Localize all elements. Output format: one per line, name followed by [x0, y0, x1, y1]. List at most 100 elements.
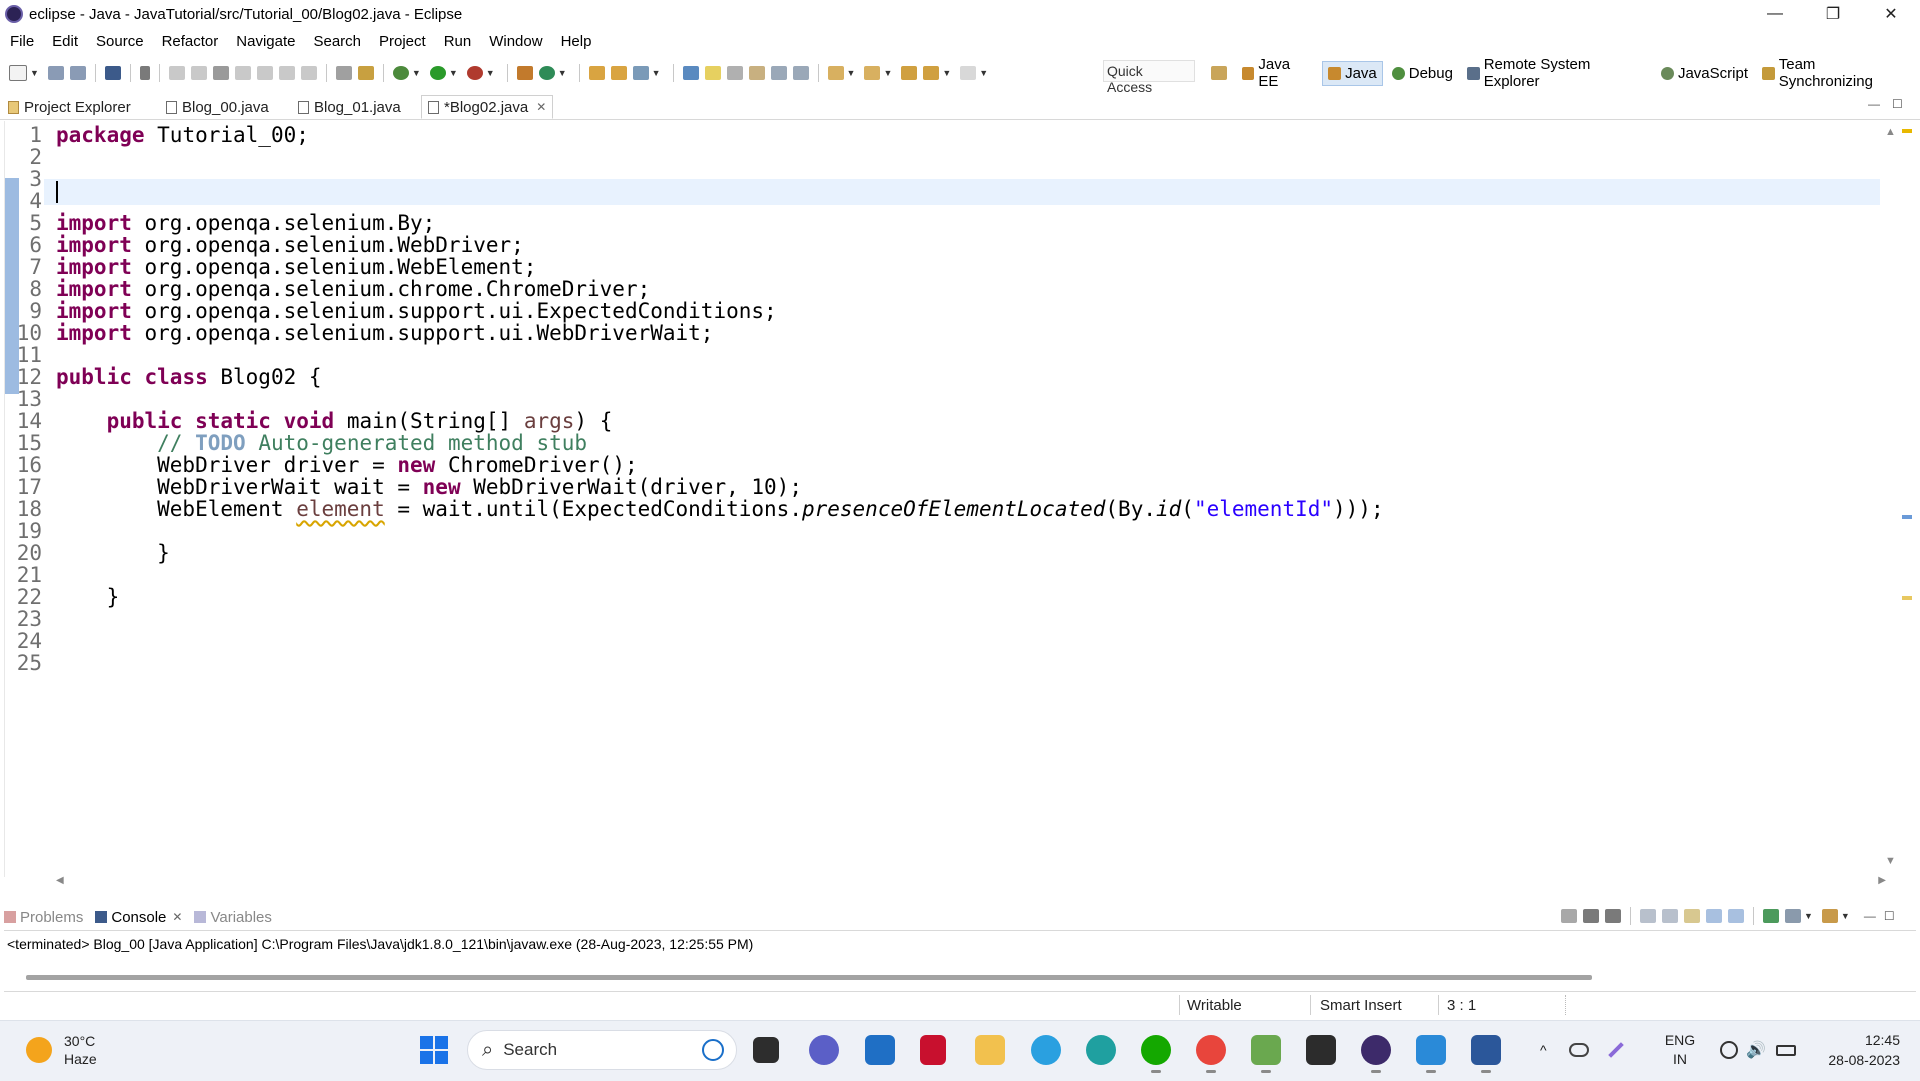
get-help-icon[interactable] — [1031, 1035, 1061, 1065]
show-on-stderr-icon[interactable] — [1728, 909, 1744, 923]
close-button[interactable]: ✕ — [1862, 0, 1920, 28]
tab-problems[interactable]: Problems — [4, 909, 83, 926]
maximize-editor-icon[interactable]: ☐ — [1892, 97, 1903, 111]
word-wrap-icon[interactable] — [1684, 909, 1700, 923]
menu-file[interactable]: File — [0, 33, 42, 50]
overview-warning-marker[interactable] — [1902, 596, 1912, 600]
scroll-right-arrow-icon[interactable]: ▶ — [1878, 875, 1886, 886]
new-java-project-icon[interactable] — [516, 66, 533, 80]
previous-annotation-icon[interactable] — [864, 66, 881, 80]
scroll-lock-icon[interactable] — [1662, 909, 1678, 923]
new-java-package-icon[interactable] — [538, 66, 555, 80]
scroll-left-arrow-icon[interactable]: ◀ — [56, 875, 64, 886]
word-icon[interactable] — [1471, 1035, 1501, 1073]
start-button[interactable] — [420, 1036, 448, 1064]
use-step-filters-icon[interactable] — [357, 66, 374, 80]
menu-run[interactable]: Run — [434, 33, 480, 50]
open-task-icon[interactable] — [610, 66, 627, 80]
disconnect-icon[interactable] — [234, 66, 251, 80]
taskbar-search[interactable]: ⌕ Search — [467, 1030, 737, 1070]
save-all-icon[interactable] — [69, 66, 86, 80]
weather-widget[interactable]: 30°C Haze — [26, 1032, 97, 1068]
save-icon[interactable] — [47, 66, 64, 80]
teams-chat-icon[interactable] — [809, 1035, 839, 1065]
perspective-debug[interactable]: Debug — [1387, 62, 1458, 85]
drop-to-frame-icon[interactable] — [335, 66, 352, 80]
tab-console[interactable]: Console ✕ — [95, 909, 182, 926]
forward-dropdown-icon[interactable]: ▼ — [979, 68, 988, 78]
maximize-panel-icon[interactable]: ☐ — [1884, 909, 1895, 923]
menu-window[interactable]: Window — [479, 33, 550, 50]
display-console-dropdown-icon[interactable]: ▼ — [1804, 911, 1813, 921]
edge-icon[interactable] — [1086, 1035, 1116, 1065]
toggle-mark-occurrences-icon[interactable] — [682, 66, 699, 80]
console-horizontal-scrollbar[interactable] — [26, 975, 1592, 980]
resume-icon[interactable] — [168, 66, 185, 80]
open-perspective-icon[interactable] — [1211, 66, 1227, 80]
open-console-dropdown-icon[interactable]: ▼ — [1841, 911, 1850, 921]
chrome-icon[interactable] — [1196, 1035, 1226, 1073]
step-into-icon[interactable] — [256, 66, 273, 80]
external-tools-icon[interactable] — [466, 66, 483, 80]
system-status-icons[interactable]: 🔊 — [1720, 1040, 1796, 1060]
chevron-up-icon[interactable]: ^ — [1540, 1042, 1547, 1058]
menu-project[interactable]: Project — [369, 33, 434, 50]
toggle-block-selection-icon[interactable] — [726, 66, 743, 80]
tab-blog-01[interactable]: Blog_01.java — [298, 95, 401, 119]
menu-search[interactable]: Search — [303, 33, 369, 50]
minimize-panel-icon[interactable]: — — [1864, 909, 1876, 923]
pen-icon[interactable] — [1607, 1042, 1624, 1058]
bing-icon[interactable] — [702, 1039, 724, 1061]
new-class-dropdown-icon[interactable]: ▼ — [558, 68, 567, 78]
horizontal-scrollbar[interactable]: ◀ ▶ — [56, 875, 1886, 887]
open-console-icon[interactable] — [1821, 909, 1838, 923]
next-annotation-icon[interactable] — [827, 66, 844, 80]
upwork-icon[interactable] — [1141, 1035, 1171, 1073]
terminal-icon[interactable] — [104, 66, 121, 80]
terminal-icon[interactable] — [1306, 1035, 1336, 1065]
menu-edit[interactable]: Edit — [42, 33, 86, 50]
paint-icon[interactable] — [1251, 1035, 1281, 1073]
notepad-icon[interactable] — [1416, 1035, 1446, 1073]
tab-variables[interactable]: Variables — [194, 909, 272, 926]
show-whitespace-icon[interactable] — [748, 66, 765, 80]
step-return-icon[interactable] — [300, 66, 317, 80]
external-tools-dropdown-icon[interactable]: ▼ — [486, 68, 495, 78]
restore-button[interactable]: ❐ — [1804, 0, 1862, 28]
back-dropdown-icon[interactable]: ▼ — [942, 68, 951, 78]
clock[interactable]: 12:45 28-08-2023 — [1810, 1030, 1900, 1070]
perspective-java[interactable]: Java — [1322, 60, 1383, 86]
last-edit-location-icon[interactable] — [901, 66, 918, 80]
task-view-icon[interactable] — [753, 1037, 779, 1063]
perspective-remote-system-explorer[interactable]: Remote System Explorer — [1462, 53, 1652, 93]
search-tool-icon[interactable] — [632, 66, 649, 80]
input-language[interactable]: ENG IN — [1660, 1031, 1700, 1069]
skip-breakpoints-icon[interactable] — [139, 66, 150, 80]
remove-launch-icon[interactable] — [1583, 909, 1599, 923]
run-dropdown-icon[interactable]: ▼ — [449, 68, 458, 78]
mcafee-icon[interactable] — [920, 1035, 946, 1065]
terminate-icon[interactable] — [212, 66, 229, 80]
highlight-icon[interactable] — [704, 66, 721, 80]
new-icon[interactable] — [9, 65, 27, 81]
close-tab-icon[interactable]: ✕ — [536, 100, 546, 114]
perspective-java-ee[interactable]: Java EE — [1237, 53, 1318, 93]
menu-help[interactable]: Help — [551, 33, 600, 50]
suspend-icon[interactable] — [190, 66, 207, 80]
step-over-icon[interactable] — [278, 66, 295, 80]
minimize-button[interactable]: — — [1746, 0, 1804, 28]
tab-blog-00[interactable]: Blog_00.java — [166, 95, 269, 119]
run-icon[interactable] — [429, 66, 446, 80]
search-dropdown-icon[interactable]: ▼ — [652, 68, 661, 78]
show-on-stdout-icon[interactable] — [1706, 909, 1722, 923]
paragraph-icon[interactable] — [792, 66, 809, 80]
debug-dropdown-icon[interactable]: ▼ — [412, 68, 421, 78]
status-insert-mode[interactable]: Smart Insert — [1320, 997, 1402, 1014]
new-dropdown-icon[interactable]: ▼ — [30, 68, 39, 78]
remove-all-terminated-icon[interactable] — [1605, 909, 1621, 923]
code-area[interactable]: 1 package Tutorial_00; 2 3 4 5 import org.open… — [0, 123, 1880, 825]
onedrive-icon[interactable] — [1568, 1043, 1589, 1057]
eclipse-icon[interactable] — [1361, 1035, 1391, 1073]
pin-console-icon[interactable] — [1763, 909, 1779, 923]
quick-access-field[interactable]: Quick Access — [1103, 60, 1195, 95]
